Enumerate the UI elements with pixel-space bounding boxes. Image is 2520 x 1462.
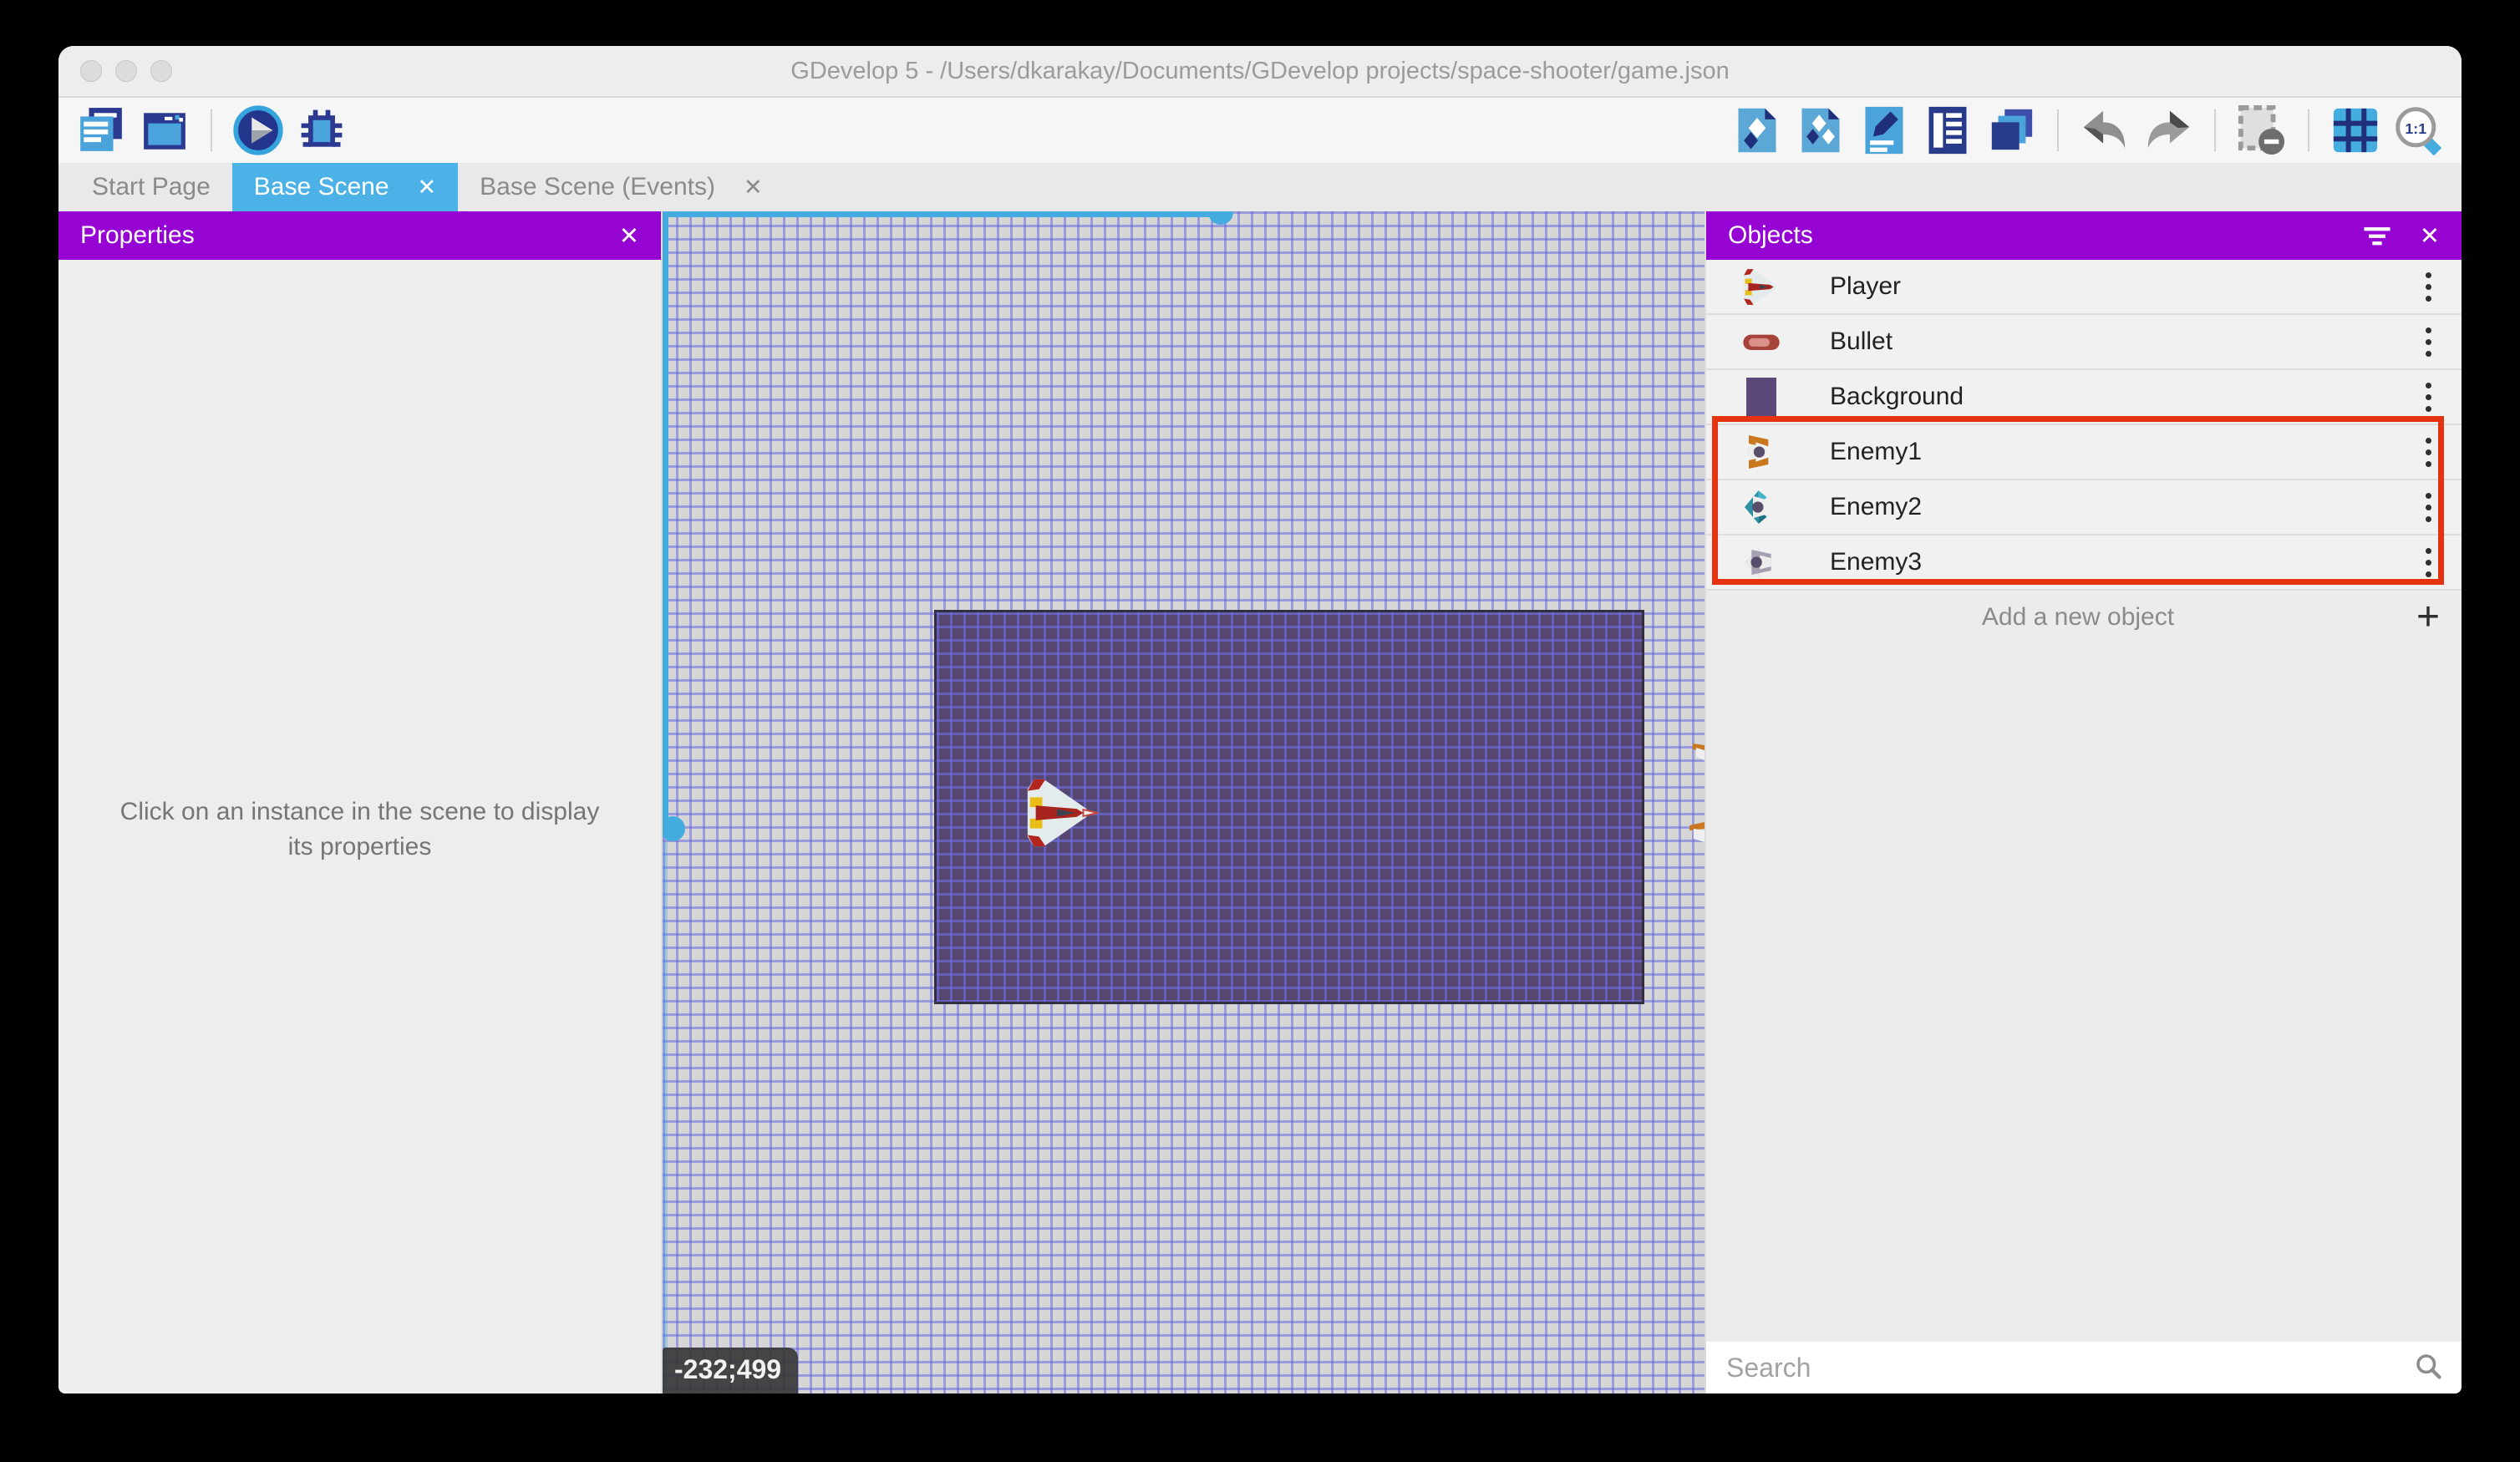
object-row-enemy3[interactable]: Enemy3 (1706, 536, 2462, 591)
properties-panel: Properties ✕ Click on an instance in the… (58, 211, 663, 1393)
objects-panel-title: Objects (1728, 221, 1813, 250)
bullet-thumbnail-icon (1740, 320, 1783, 363)
tab-start-page[interactable]: Start Page (70, 163, 232, 211)
tab-close-icon[interactable]: ✕ (418, 175, 437, 201)
close-window-button[interactable] (80, 60, 102, 82)
play-preview-icon[interactable] (231, 103, 286, 158)
properties-panel-body: Click on an instance in the scene to dis… (58, 260, 661, 1393)
background-thumbnail-icon (1740, 375, 1783, 419)
enemy1-thumbnail-icon (1740, 430, 1783, 474)
object-name: Enemy3 (1830, 548, 2421, 576)
object-row-background[interactable]: Background (1706, 370, 2462, 425)
object-menu-icon[interactable] (2421, 378, 2436, 417)
properties-icon[interactable] (1857, 103, 1912, 158)
filter-icon[interactable] (2363, 225, 2391, 246)
minimize-window-button[interactable] (115, 60, 137, 82)
plus-icon[interactable]: + (2416, 599, 2440, 635)
enemy2-thumbnail-icon (1740, 485, 1783, 529)
window-controls (80, 60, 172, 82)
toolbar-left-group (74, 103, 349, 158)
vertical-scrollbar-thumb[interactable] (663, 816, 685, 841)
hide-instances-icon[interactable] (2234, 103, 2289, 158)
title-bar: GDevelop 5 - /Users/dkarakay/Documents/G… (58, 46, 2462, 98)
close-icon[interactable]: ✕ (2420, 221, 2440, 251)
object-name: Background (1830, 383, 2421, 411)
properties-panel-header: Properties ✕ (58, 211, 661, 260)
player-instance[interactable] (1021, 777, 1100, 849)
object-menu-icon[interactable] (2421, 488, 2436, 527)
close-icon[interactable]: ✕ (619, 221, 639, 251)
objects-panel-header: Objects ✕ (1706, 211, 2462, 260)
add-object-row[interactable]: Add a new object + (1706, 591, 2462, 644)
object-groups-icon[interactable] (1793, 103, 1848, 158)
cursor-coordinates-badge: -232;499 (663, 1348, 798, 1393)
object-menu-icon[interactable] (2421, 322, 2436, 362)
object-name: Enemy1 (1830, 438, 2421, 466)
vertical-scrollbar-track-faint (663, 841, 668, 1393)
properties-empty-message: Click on an instance in the scene to dis… (114, 794, 607, 865)
zoom-ratio-label: 1:1 (2405, 120, 2426, 137)
partial-enemy-instance[interactable] (1689, 744, 1705, 765)
editor-tab-bar: Start Page Base Scene ✕ Base Scene (Even… (58, 163, 2462, 211)
toolbar-divider (211, 109, 212, 151)
tab-base-scene[interactable]: Base Scene ✕ (232, 163, 458, 211)
tab-label: Base Scene (254, 173, 389, 201)
add-object-label: Add a new object (1740, 603, 2416, 632)
object-name: Enemy2 (1830, 493, 2421, 521)
project-manager-icon[interactable] (74, 103, 129, 158)
tab-label: Base Scene (Events) (480, 173, 715, 201)
object-row-enemy1[interactable]: Enemy1 (1706, 425, 2462, 480)
undo-icon[interactable] (2077, 103, 2132, 158)
toolbar-right-group: 1:1 (1730, 103, 2446, 158)
horizontal-scrollbar-track[interactable] (663, 211, 1221, 217)
search-icon[interactable] (2413, 1351, 2443, 1385)
app-window: GDevelop 5 - /Users/dkarakay/Documents/G… (58, 46, 2462, 1393)
search-input[interactable] (1725, 1352, 2413, 1384)
properties-panel-title: Properties (80, 221, 195, 250)
partial-enemy-instance[interactable] (1686, 822, 1705, 847)
instances-list-icon[interactable] (1920, 103, 1975, 158)
toolbar-divider (2057, 109, 2059, 151)
object-menu-icon[interactable] (2421, 267, 2436, 307)
vertical-scrollbar-track[interactable] (663, 211, 668, 830)
redo-icon[interactable] (2141, 103, 2196, 158)
enemy3-thumbnail-icon (1740, 541, 1783, 584)
object-menu-icon[interactable] (2421, 433, 2436, 472)
zoom-one-to-one-icon[interactable]: 1:1 (2391, 103, 2446, 158)
main-area: Properties ✕ Click on an instance in the… (58, 211, 2462, 1393)
tab-close-icon[interactable]: ✕ (744, 175, 763, 201)
tab-base-scene-events[interactable]: Base Scene (Events) ✕ (458, 163, 784, 211)
toolbar-divider (2308, 109, 2309, 151)
maximize-window-button[interactable] (150, 60, 172, 82)
object-row-player[interactable]: Player (1706, 260, 2462, 315)
objects-panel: Objects ✕ (1705, 211, 2462, 1393)
object-menu-icon[interactable] (2421, 543, 2436, 582)
toolbar-divider (2214, 109, 2216, 151)
horizontal-scrollbar-thumb[interactable] (1208, 211, 1233, 225)
player-thumbnail-icon (1740, 265, 1783, 308)
objects-search-bar (1706, 1342, 2462, 1393)
grid-icon[interactable] (2328, 103, 2383, 158)
object-name: Player (1830, 272, 2421, 301)
object-name: Bullet (1830, 327, 2421, 356)
layers-icon[interactable] (1984, 103, 2039, 158)
start-page-icon[interactable] (137, 103, 192, 158)
window-title: GDevelop 5 - /Users/dkarakay/Documents/G… (790, 58, 1729, 85)
debug-icon[interactable] (294, 103, 349, 158)
tab-label: Start Page (92, 173, 211, 201)
object-row-bullet[interactable]: Bullet (1706, 315, 2462, 370)
objects-editor-icon[interactable] (1730, 103, 1785, 158)
object-row-enemy2[interactable]: Enemy2 (1706, 480, 2462, 536)
scene-editor-canvas[interactable]: -232;499 (663, 211, 1705, 1393)
main-toolbar: 1:1 (58, 98, 2462, 163)
